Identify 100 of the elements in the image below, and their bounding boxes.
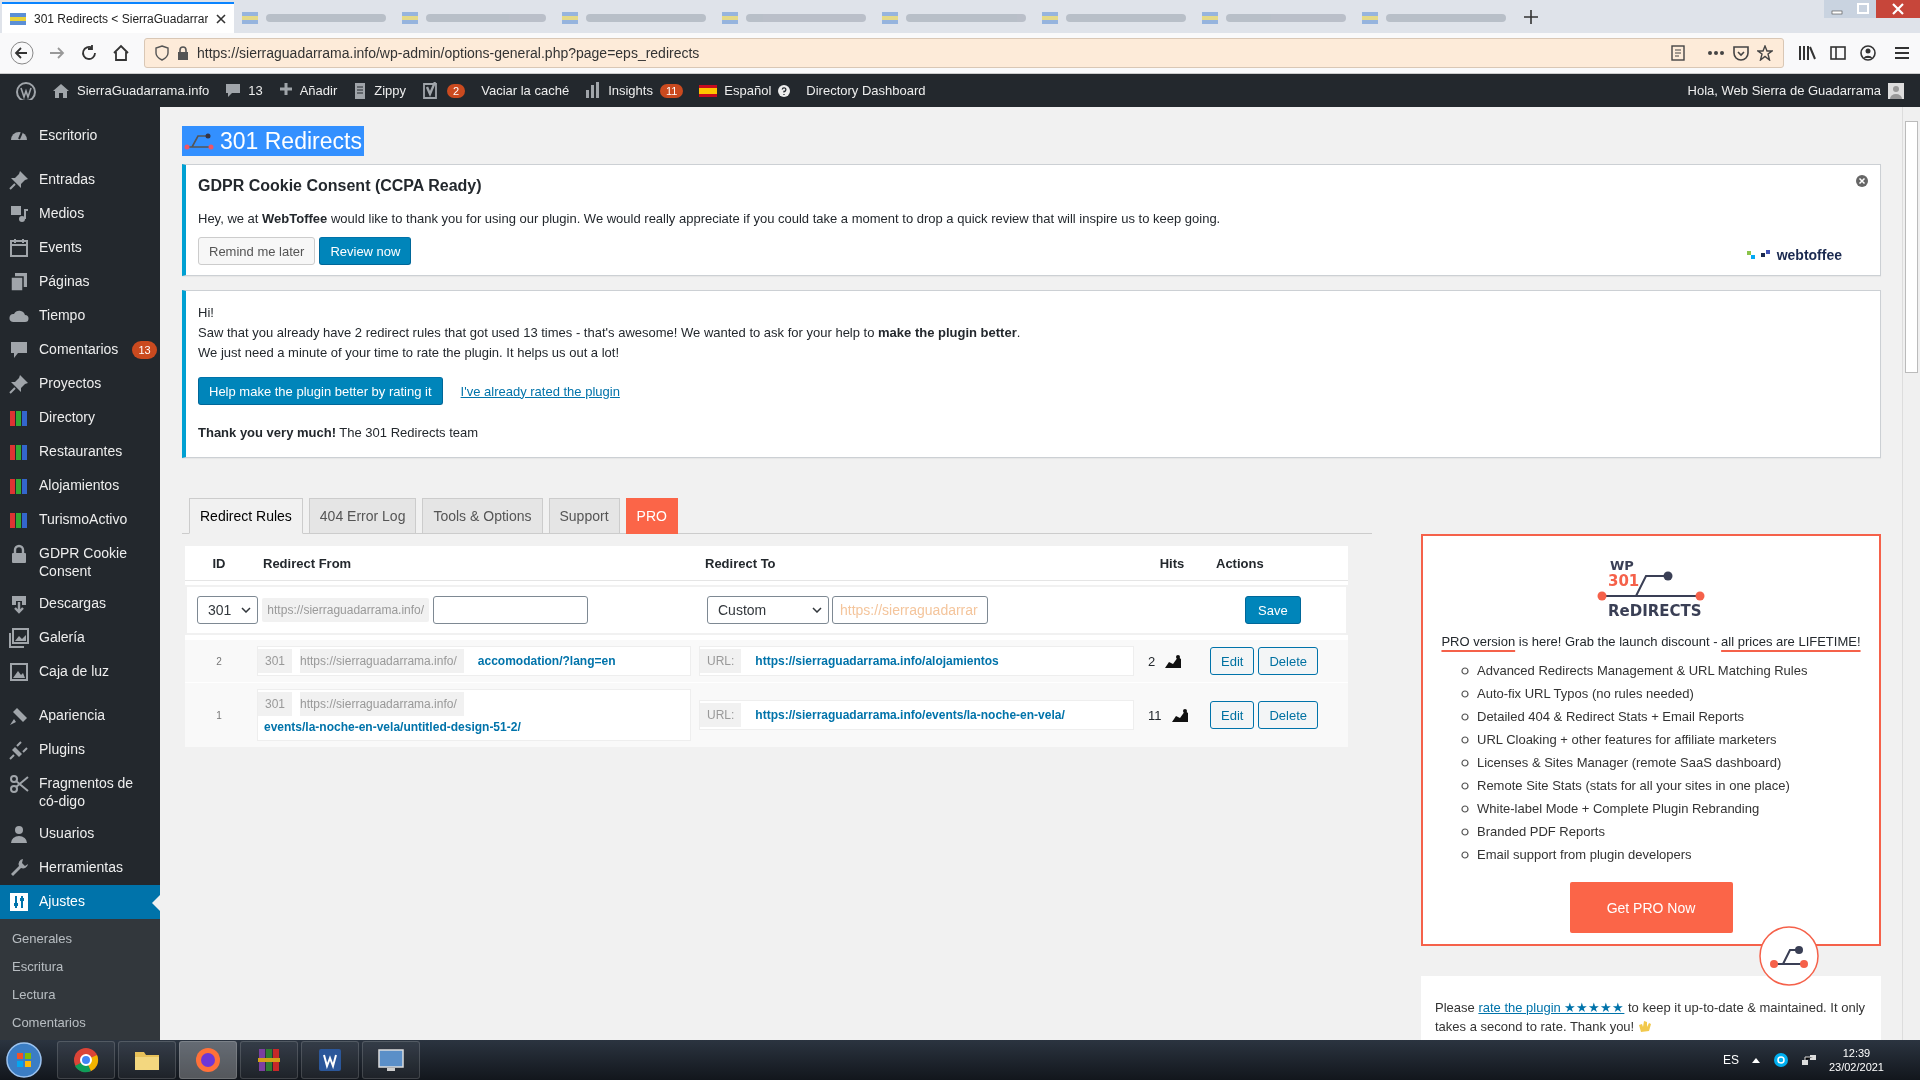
sidebar-item[interactable]: Events bbox=[0, 231, 160, 265]
sidebar-item[interactable]: Páginas bbox=[0, 265, 160, 299]
toolbar-label[interactable]: Insights bbox=[608, 83, 653, 98]
more-icon[interactable] bbox=[1707, 50, 1725, 56]
greeting-link[interactable]: Hola, Web Sierra de Guadarrama bbox=[1687, 83, 1881, 98]
sidebar-icon[interactable] bbox=[1830, 45, 1846, 61]
sidebar-item[interactable]: Fragmentos de có-digo bbox=[0, 767, 160, 817]
sidebar-item[interactable]: Restaurantes bbox=[0, 435, 160, 469]
redirect-to-field[interactable]: URL: https://sierraguadarrama.info/alojamientos bbox=[699, 646, 1134, 676]
sidebar-item[interactable]: Alojamientos bbox=[0, 469, 160, 503]
sidebar-item[interactable]: Medios bbox=[0, 197, 160, 231]
already-rated-link[interactable]: I've already rated the plugin bbox=[460, 383, 620, 399]
submenu-item[interactable]: Lectura bbox=[0, 981, 160, 1009]
toolbar-label[interactable]: Español bbox=[724, 83, 772, 98]
submenu-item[interactable]: Generales bbox=[0, 925, 160, 953]
toolbar-label[interactable]: Vaciar la caché bbox=[481, 83, 570, 98]
address-bar[interactable]: https://sierraguadarrama.info/wp-admin/options-general.php?page=eps_redirects bbox=[144, 38, 1784, 68]
sidebar-item[interactable]: Tiempo bbox=[0, 299, 160, 333]
stats-chart-icon[interactable] bbox=[1165, 654, 1182, 668]
favicon-icon bbox=[562, 11, 579, 24]
save-button[interactable]: Save bbox=[1245, 596, 1301, 624]
tray-expand-icon[interactable] bbox=[1750, 1056, 1761, 1064]
toolbar-label[interactable]: SierraGuadarrama.info bbox=[77, 83, 210, 98]
reload-icon[interactable] bbox=[80, 44, 98, 62]
redirect-from-field[interactable]: 301 https://sierraguadarrama.info/ accomodation/?lang=en bbox=[257, 646, 691, 676]
sidebar-item[interactable]: Descargas bbox=[0, 587, 160, 621]
bookmark-star-icon[interactable] bbox=[1757, 45, 1773, 61]
status-code: 301 bbox=[258, 649, 293, 673]
rate-plugin-button[interactable]: Help make the plugin better by rating it bbox=[198, 377, 443, 405]
delete-button[interactable]: Delete bbox=[1258, 647, 1318, 675]
tab[interactable]: Tools & Options bbox=[422, 498, 543, 534]
target-url-link[interactable]: https://sierraguadarrama.info/events/la-noche-en-vela/ bbox=[749, 704, 1071, 726]
clock-time[interactable]: 12:39 bbox=[1842, 1046, 1871, 1060]
sidebar-item[interactable]: Escritorio bbox=[0, 119, 160, 153]
submenu-item[interactable]: Comentarios bbox=[0, 1009, 160, 1037]
sidebar-item[interactable]: Caja de luz bbox=[0, 655, 160, 689]
language-indicator[interactable]: ES bbox=[1722, 1053, 1739, 1067]
sidebar-item[interactable]: TurismoActivo bbox=[0, 503, 160, 537]
taskbar-app[interactable] bbox=[240, 1041, 298, 1079]
pocket-icon[interactable] bbox=[1733, 45, 1749, 61]
library-icon[interactable] bbox=[1798, 45, 1816, 61]
remind-button[interactable]: Remind me later bbox=[198, 237, 316, 265]
scrollbar-thumb[interactable] bbox=[1905, 121, 1918, 373]
favicon-icon bbox=[1362, 11, 1379, 24]
sidebar-item[interactable]: Entradas bbox=[0, 163, 160, 197]
tab[interactable]: Support bbox=[548, 498, 620, 534]
redirect-to-field[interactable]: https://sierraguadarrar bbox=[832, 596, 988, 624]
sidebar-item[interactable]: Comentarios 13 bbox=[0, 333, 160, 367]
chevron-down-icon bbox=[812, 607, 822, 613]
edit-button[interactable]: Edit bbox=[1210, 647, 1255, 675]
sidebar-item[interactable]: Usuarios bbox=[0, 817, 160, 851]
target-url-link[interactable]: https://sierraguadarrama.info/alojamientos bbox=[749, 650, 1005, 672]
back-icon[interactable] bbox=[10, 41, 34, 65]
taskbar-app[interactable] bbox=[118, 1041, 176, 1079]
rate-plugin-link[interactable]: rate the plugin ★★★★★ bbox=[1478, 1000, 1625, 1015]
stats-chart-icon[interactable] bbox=[1171, 708, 1188, 722]
taskbar-app[interactable] bbox=[362, 1041, 420, 1079]
sidebar-item[interactable]: GDPR Cookie Consent bbox=[0, 537, 160, 587]
clock-date[interactable]: 23/02/2021 bbox=[1828, 1060, 1884, 1074]
review-button[interactable]: Review now bbox=[319, 237, 412, 265]
sidebar-item[interactable]: Apariencia bbox=[0, 699, 160, 733]
logo-text: ReDIRECTS bbox=[1608, 602, 1702, 620]
redirect-type-select[interactable]: Custom bbox=[707, 596, 829, 624]
status-select[interactable]: 301 bbox=[197, 596, 259, 624]
network-icon[interactable] bbox=[1800, 1052, 1817, 1068]
delete-button[interactable]: Delete bbox=[1258, 701, 1318, 729]
logo-text: WP bbox=[1610, 558, 1634, 573]
redirect-path-link[interactable]: events/la-noche-en-vela/untitled-design-51-2/ bbox=[258, 716, 527, 738]
sidebar-item[interactable]: Proyectos bbox=[0, 367, 160, 401]
sidebar-item[interactable]: Herramientas bbox=[0, 851, 160, 885]
menu-icon[interactable] bbox=[1894, 46, 1910, 60]
hit-count: 2 bbox=[1148, 653, 1156, 669]
chat-app-icon[interactable] bbox=[1772, 1052, 1789, 1068]
account-icon[interactable] bbox=[1860, 45, 1876, 61]
sidebar-item[interactable]: Galería bbox=[0, 621, 160, 655]
home-icon bbox=[52, 81, 70, 100]
toolbar-label[interactable]: 13 bbox=[248, 83, 263, 98]
redirect-to-field[interactable]: URL: https://sierraguadarrama.info/events/la-noche-en-vela/ bbox=[699, 700, 1134, 730]
redirect-from-field[interactable] bbox=[433, 596, 589, 624]
tab[interactable]: 404 Error Log bbox=[308, 498, 417, 534]
sidebar-item[interactable]: Plugins bbox=[0, 733, 160, 767]
taskbar-app[interactable] bbox=[57, 1041, 115, 1079]
sidebar-item[interactable]: Ajustes bbox=[0, 885, 160, 919]
reader-view-icon[interactable] bbox=[1671, 45, 1685, 61]
taskbar-app[interactable] bbox=[301, 1041, 359, 1079]
toolbar-label[interactable]: Añadir bbox=[299, 83, 338, 98]
start-button-icon[interactable] bbox=[4, 1041, 44, 1079]
document-icon bbox=[353, 81, 368, 100]
redirect-path-link[interactable]: accomodation/?lang=en bbox=[471, 650, 622, 672]
toolbar-label[interactable]: Zippy bbox=[374, 83, 407, 98]
tab[interactable]: Redirect Rules bbox=[189, 498, 303, 534]
sidebar-item[interactable]: Directory bbox=[0, 401, 160, 435]
submenu-item[interactable]: Escritura bbox=[0, 953, 160, 981]
redirect-from-field[interactable]: 301 https://sierraguadarrama.info/ events/la-noche-en-vela/untitled-design-51-2/ bbox=[257, 689, 691, 741]
home-icon[interactable] bbox=[112, 44, 130, 62]
edit-button[interactable]: Edit bbox=[1210, 701, 1255, 729]
toolbar-label[interactable]: Directory Dashboard bbox=[806, 83, 926, 98]
browser-tab[interactable]: 301 Redirects < SierraGuadarrar bbox=[2, 2, 235, 33]
dismiss-icon[interactable] bbox=[1856, 175, 1868, 187]
notice-text: Hi! bbox=[198, 304, 215, 322]
